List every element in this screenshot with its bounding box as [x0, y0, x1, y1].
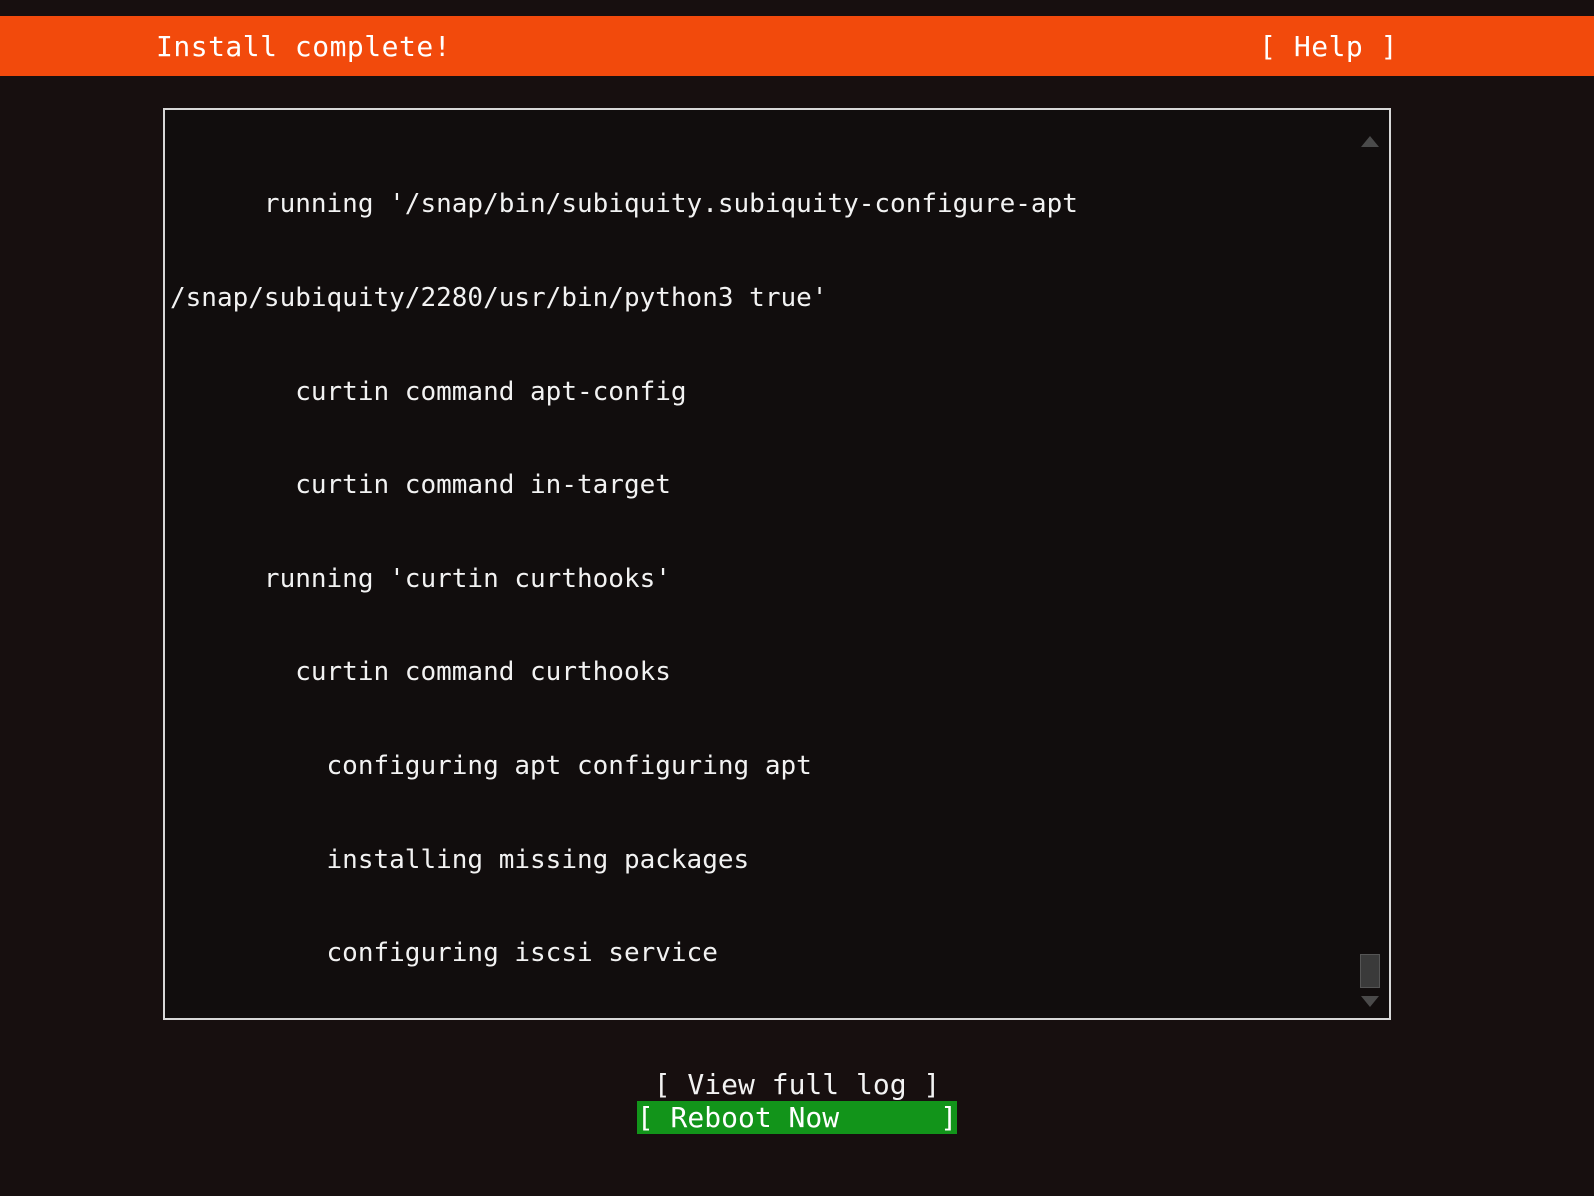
page-title: Install complete! [156, 30, 451, 63]
scroll-down-arrow-icon[interactable] [1361, 996, 1379, 1007]
scroll-up-arrow-icon[interactable] [1361, 136, 1379, 147]
install-log-panel: running '/snap/bin/subiquity.subiquity-c… [163, 108, 1391, 1020]
footer-actions: [ View full log ] [ Reboot Now ] [0, 1068, 1594, 1134]
log-line: curtin command curthooks [170, 657, 1078, 688]
log-line: configuring iscsi service [170, 938, 1078, 969]
view-full-log-button[interactable]: [ View full log ] [654, 1068, 941, 1101]
log-line: running '/snap/bin/subiquity.subiquity-c… [170, 189, 1078, 220]
reboot-now-button[interactable]: [ Reboot Now ] [637, 1101, 957, 1134]
scrollbar-thumb[interactable] [1360, 954, 1380, 988]
help-button[interactable]: [ Help ] [1259, 30, 1398, 63]
log-line: installing missing packages [170, 845, 1078, 876]
log-line: configuring apt configuring apt [170, 751, 1078, 782]
log-scrollbar[interactable] [1357, 114, 1383, 1014]
log-line: curtin command apt-config [170, 377, 1078, 408]
log-line: running 'curtin curthooks' [170, 564, 1078, 595]
log-line: /snap/subiquity/2280/usr/bin/python3 tru… [170, 283, 1078, 314]
installer-screen: Install complete! [ Help ] running '/sna… [0, 0, 1594, 1196]
header-bar: Install complete! [ Help ] [0, 16, 1594, 76]
log-line: curtin command in-target [170, 470, 1078, 501]
install-log-text: running '/snap/bin/subiquity.subiquity-c… [170, 127, 1078, 1020]
